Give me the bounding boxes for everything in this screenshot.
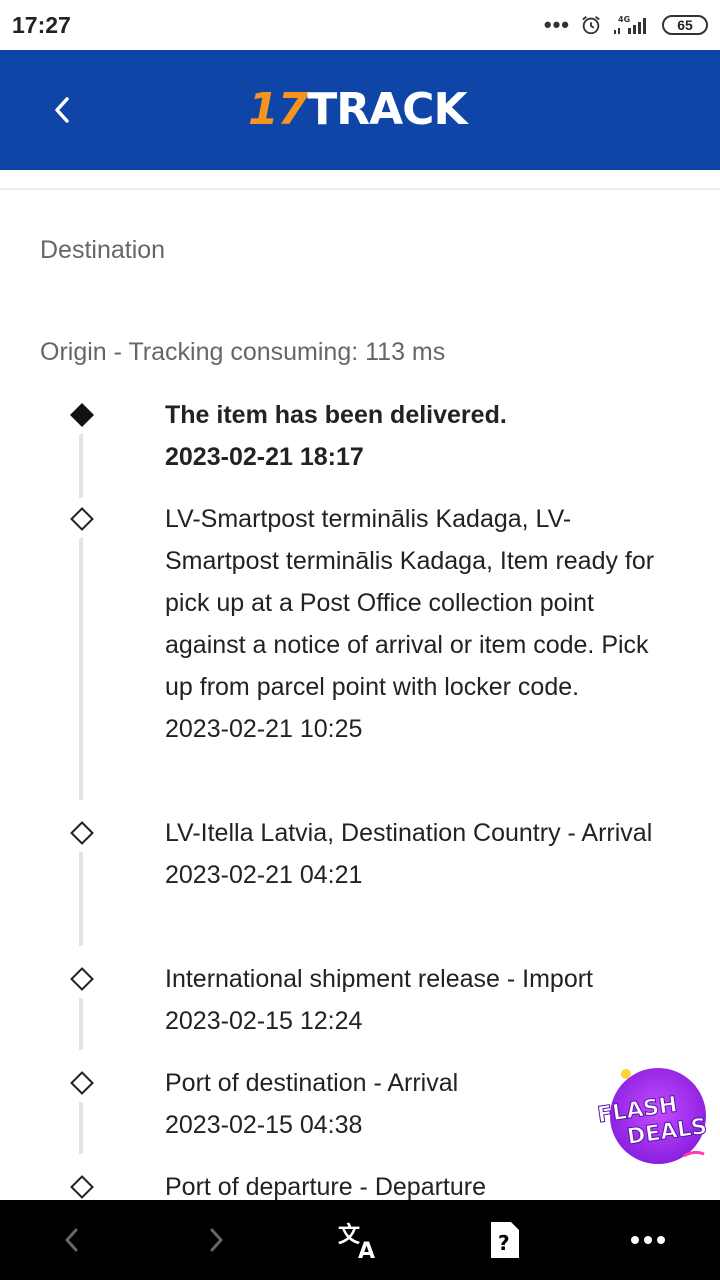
timeline-event: LV-Smartpost terminālis Kadaga, LV-Smart… [0,498,720,812]
status-bar: 17:27 ••• 4G 65 [0,0,720,50]
timeline-connector [79,538,83,800]
event-datetime: 2023-02-21 10:25 [165,715,363,743]
diamond-icon [70,507,94,531]
event-description: International shipment release - Import [165,965,593,993]
destination-label: Destination [40,236,166,264]
diamond-icon [70,821,94,845]
app-logo: 17 TRACK [248,82,468,138]
event-datetime: 2023-02-21 18:17 [165,443,364,471]
logo-word: TRACK [307,84,467,135]
event-description: LV-Itella Latvia, Destination Country - … [165,819,653,847]
timeline-connector [79,1102,83,1154]
event-description: Port of departure - Departure [165,1173,486,1200]
event-datetime: 2023-02-15 12:24 [165,1007,363,1035]
diamond-icon [70,1071,94,1095]
timeline-event: Port of departure - Departure [0,1166,720,1200]
diamond-icon [70,967,94,991]
logo-number: 17 [248,84,308,135]
event-description: The item has been delivered. [165,401,507,429]
svg-text:A: A [358,1239,375,1260]
flash-deals-badge[interactable]: FLASH DEALS [598,1064,718,1170]
nav-forward-button[interactable] [194,1218,238,1262]
timeline-event: International shipment release - Import … [0,958,720,1062]
svg-text:?: ? [498,1231,510,1255]
help-button[interactable]: ? [482,1218,526,1262]
timeline-connector [79,434,83,498]
chevron-left-icon [55,97,69,123]
timeline-connector [79,852,83,946]
alarm-icon [582,16,600,35]
status-time: 17:27 [12,12,71,38]
nav-back-button[interactable] [50,1218,94,1262]
back-icon [65,1228,78,1252]
timeline-event: LV-Itella Latvia, Destination Country - … [0,812,720,958]
back-button[interactable] [40,88,84,132]
more-icon [631,1236,665,1244]
battery-icon: 65 [662,15,708,35]
origin-label: Origin - Tracking consuming: 113 ms [40,338,446,366]
more-button[interactable] [626,1218,670,1262]
forward-icon [210,1228,223,1252]
event-description: LV-Smartpost terminālis Kadaga, LV-Smart… [165,505,655,701]
status-icons: ••• 4G 65 [544,12,708,38]
signal-icon: 4G [614,15,646,34]
network-label: 4G [618,15,630,24]
filled-diamond-icon [70,403,94,427]
timeline-connector [79,998,83,1050]
help-card-icon: ? [491,1222,519,1258]
header-divider [0,188,720,190]
diamond-icon [70,1175,94,1199]
app-header: 17 TRACK [0,50,720,170]
translate-icon: 文 A [338,1222,375,1260]
timeline-event: The item has been delivered. 2023-02-21 … [0,394,720,498]
event-datetime: 2023-02-21 04:21 [165,861,363,889]
more-dots-icon: ••• [543,12,570,37]
bottom-nav-bar: 文 A ? [0,1200,720,1280]
translate-button[interactable]: 文 A [338,1218,382,1262]
